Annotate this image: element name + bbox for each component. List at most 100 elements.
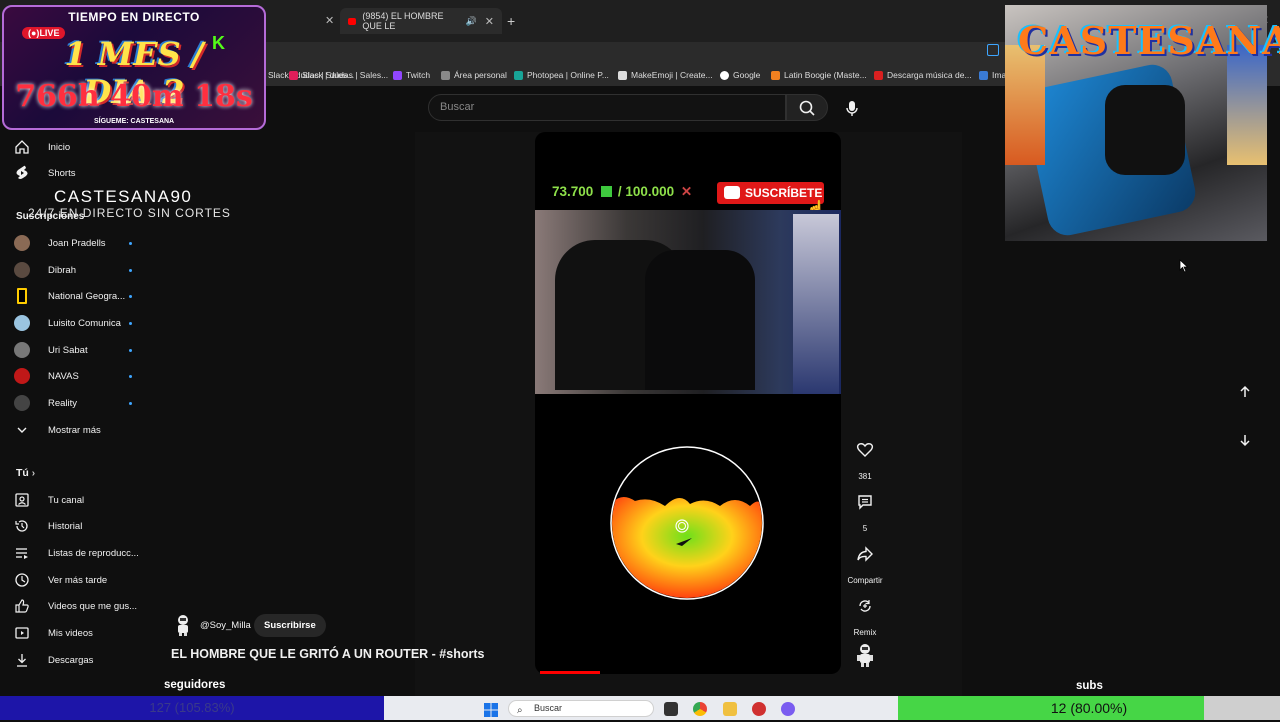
follow-me-label: SÍGUEME: CASTESANA [94, 118, 175, 125]
graffiti-logo: CASTESANA [1018, 18, 1280, 63]
sidebar-item-shorts[interactable]: Shorts [14, 162, 75, 184]
taskbar-search[interactable]: ⌕ Buscar [508, 700, 654, 717]
bookmark-google[interactable]: Google [720, 64, 760, 86]
poster-art [1005, 45, 1045, 165]
video-progress-bar[interactable] [540, 671, 600, 674]
sidebar-item-playlists[interactable]: Listas de reproducc... [14, 542, 139, 564]
bookmark-area[interactable]: Área personal [441, 64, 507, 86]
bookmark-label: Slack | dudas | Sales... [302, 70, 389, 80]
bookmark-makeemoji[interactable]: MakeEmoji | Create... [618, 64, 713, 86]
new-content-dot [129, 402, 132, 405]
new-tab-button[interactable]: + [507, 13, 515, 29]
comments-button[interactable]: 5 [846, 484, 884, 533]
tab-close-icon[interactable]: ✕ [325, 14, 334, 27]
search-icon [799, 100, 815, 116]
sidebar-item-label: Inicio [48, 141, 71, 153]
sidebar-item-tu-canal[interactable]: Tu canal [14, 489, 84, 511]
subs-value: 12 (80.00%) [1050, 700, 1128, 716]
clock-icon [14, 572, 30, 588]
sidebar-item-subscription[interactable]: Reality [14, 392, 77, 414]
mouse-cursor-icon [1179, 259, 1189, 273]
next-short-button[interactable] [1228, 423, 1262, 457]
previous-short-button[interactable] [1228, 375, 1262, 409]
task-view-icon[interactable] [664, 702, 678, 716]
sidebar-item-my-videos[interactable]: Mis videos [14, 622, 93, 644]
speaker-icon[interactable]: 🔊 [466, 16, 477, 27]
subscribe-button[interactable]: Suscribirse [254, 614, 326, 637]
heart-icon [847, 432, 883, 468]
sidebar-item-liked[interactable]: Videos que me gus... [14, 595, 137, 617]
discord-icon[interactable] [781, 702, 795, 716]
channel-avatar[interactable] [172, 614, 194, 636]
checkbox-icon [601, 186, 613, 197]
sidebar-item-label: Luisito Comunica [48, 317, 121, 329]
search-input[interactable]: Buscar [428, 94, 786, 121]
you-section-heading[interactable]: Tú › [16, 467, 35, 479]
tab-title: (9854) EL HOMBRE QUE LE [362, 11, 444, 31]
sidebar-item-watch-later[interactable]: Ver más tarde [14, 569, 107, 591]
streamer-name: CASTESANA90 [54, 187, 193, 206]
extension-icon[interactable] [987, 44, 999, 56]
sidebar-item-subscription[interactable]: Uri Sabat [14, 339, 88, 361]
tab-close-icon[interactable]: ✕ [485, 15, 494, 28]
bookmark-twitch[interactable]: Twitch [393, 64, 430, 86]
share-icon [847, 536, 883, 572]
show-more-button[interactable]: Mostrar más [14, 419, 101, 441]
sidebar-item-label: Descargas [48, 654, 94, 666]
twitch-icon [393, 70, 402, 80]
app-icon[interactable] [752, 702, 766, 716]
bookmark-descarga[interactable]: Descarga música de... [874, 64, 972, 86]
bookmark-label: Photopea | Online P... [527, 70, 609, 80]
sidebar-item-label: NAVAS [48, 370, 79, 382]
folder-icon[interactable] [723, 702, 737, 716]
new-content-dot [129, 349, 132, 352]
windows-start-icon[interactable] [484, 703, 498, 717]
download-icon [14, 652, 30, 668]
sound-avatar[interactable] [854, 642, 876, 668]
video-clip-frame [535, 210, 841, 394]
sidebar-item-subscription[interactable]: Dibrah [14, 259, 76, 281]
bookmark-slack[interactable]: Slack | dudas | Sales... [289, 64, 388, 86]
like-count: 381 [858, 472, 872, 481]
sidebar-item-subscription[interactable]: NAVAS [14, 365, 79, 387]
bookmark-label: Twitch [406, 70, 431, 80]
sidebar-item-subscription[interactable]: Luisito Comunica [14, 312, 121, 334]
comment-count: 5 [862, 524, 868, 533]
new-content-dot [129, 295, 132, 298]
avatar [14, 235, 30, 251]
voice-search-button[interactable] [842, 98, 862, 118]
mic-icon [846, 101, 858, 116]
sidebar-item-label: Dibrah [48, 264, 76, 276]
sidebar-item-downloads[interactable]: Descargas [14, 649, 93, 671]
sidebar-item-inicio[interactable]: Inicio [14, 136, 70, 158]
subscribe-overlay-label: SUSCRÍBETE [745, 186, 823, 200]
channel-name[interactable]: @Soy_Milla [200, 620, 251, 631]
gaming-chair [645, 250, 755, 390]
bookmark-latin-boogie[interactable]: Latin Boogie (Maste... [771, 64, 867, 86]
thumb-up-icon [14, 598, 30, 614]
sidebar-item-subscription[interactable]: Joan Pradells [14, 232, 106, 254]
chevron-right-icon: › [31, 468, 36, 479]
new-content-dot [129, 322, 132, 325]
remix-button[interactable]: Remix [846, 588, 884, 637]
slack-icon [289, 70, 298, 80]
avatar [14, 262, 30, 278]
sidebar-item-label: Joan Pradells [48, 237, 106, 249]
image-icon [979, 70, 988, 80]
share-label: Compartir [847, 576, 883, 585]
live-time-badge: TIEMPO EN DIRECTO (●)LIVE 1 MES / DIA 2 … [2, 5, 266, 130]
live-time-title: TIEMPO EN DIRECTO [68, 10, 200, 24]
like-button[interactable]: 381 [846, 432, 884, 481]
chrome-icon[interactable] [693, 702, 707, 716]
share-button[interactable]: Compartir [846, 536, 884, 585]
video-title[interactable]: EL HOMBRE QUE LE GRITÓ A UN ROUTER - #sh… [171, 647, 484, 661]
new-content-dot [129, 375, 132, 378]
bookmark-photopea[interactable]: Photopea | Online P... [514, 64, 609, 86]
sidebar-item-label: Uri Sabat [48, 344, 88, 356]
tab-active[interactable]: (9854) EL HOMBRE QUE LE 🔊 ✕ [340, 8, 502, 34]
sidebar-item-label: Historial [48, 520, 83, 532]
sidebar-item-historial[interactable]: Historial [14, 515, 82, 537]
search-button[interactable] [786, 94, 828, 121]
sidebar-item-subscription[interactable]: National Geogra... [14, 285, 125, 307]
subs-label: subs [1076, 680, 1103, 692]
